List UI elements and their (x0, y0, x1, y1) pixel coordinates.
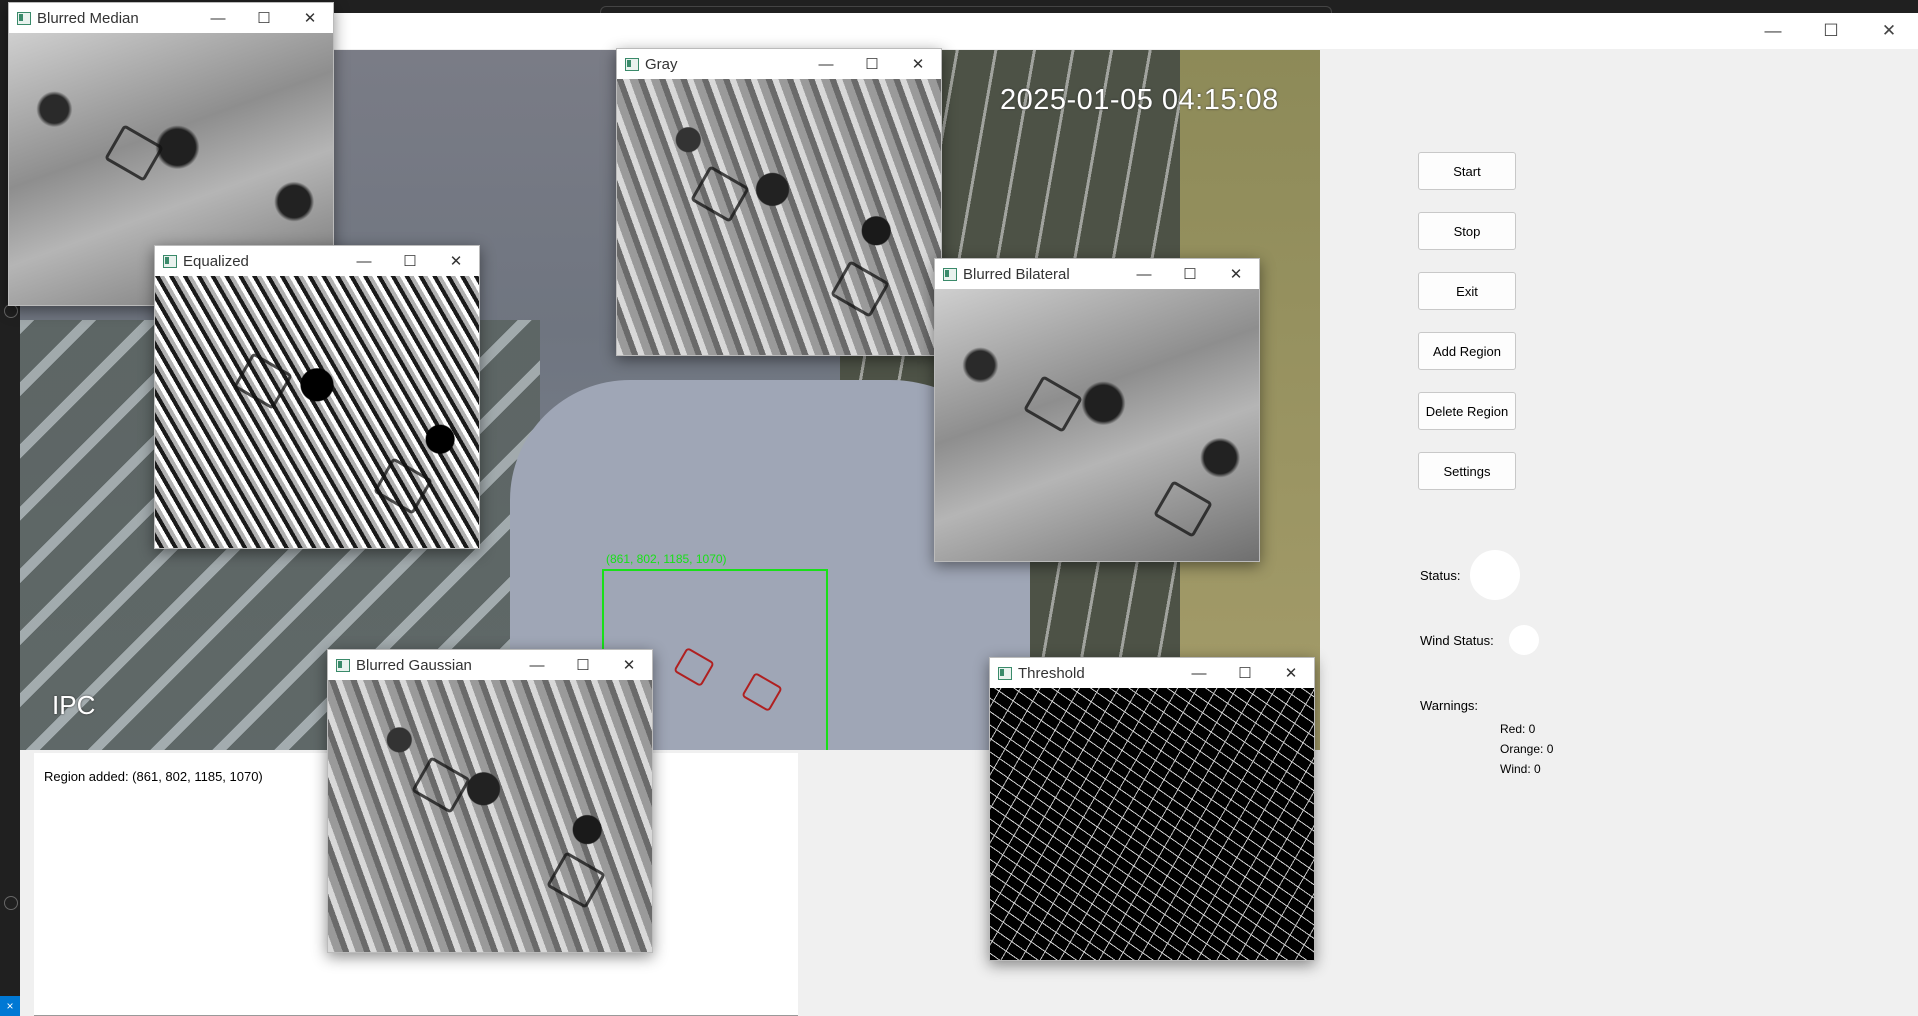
minimize-icon[interactable]: — (195, 3, 241, 33)
hexagon-marker (373, 457, 433, 515)
minimize-icon[interactable]: — (1121, 259, 1167, 289)
warning-wind-count: Wind: 0 (1500, 762, 1541, 776)
window-gray[interactable]: Gray — ☐ ✕ (616, 48, 942, 356)
desktop-icon (4, 896, 18, 910)
app-icon (336, 659, 350, 672)
warning-red-count: Red: 0 (1500, 722, 1536, 736)
window-titlebar[interactable]: Blurred Bilateral — ☐ ✕ (935, 259, 1259, 289)
maximize-icon[interactable]: ☐ (849, 49, 895, 79)
hexagon-marker (411, 756, 471, 814)
window-titlebar[interactable]: Gray — ☐ ✕ (617, 49, 941, 79)
window-title: Blurred Gaussian (356, 657, 472, 674)
hexagon-marker (104, 124, 164, 182)
log-line: Region added: (861, 802, 1185, 1070) (44, 769, 263, 784)
window-titlebar[interactable]: Threshold — ☐ ✕ (990, 658, 1314, 688)
blurred-gaussian-image (328, 680, 652, 952)
desktop-icon (4, 304, 18, 318)
window-threshold[interactable]: Threshold — ☐ ✕ (989, 657, 1315, 961)
maximize-icon[interactable]: ☐ (241, 3, 287, 33)
warnings-label: Warnings: (1420, 698, 1479, 713)
status-indicator (1470, 550, 1520, 600)
delete-region-button[interactable]: Delete Region (1418, 392, 1516, 430)
status-label: Status: (1420, 568, 1461, 583)
close-icon[interactable]: ✕ (1213, 259, 1259, 289)
window-titlebar[interactable]: Blurred Gaussian — ☐ ✕ (328, 650, 652, 680)
window-blurred-gaussian[interactable]: Blurred Gaussian — ☐ ✕ (327, 649, 653, 953)
hexagon-marker (1153, 480, 1213, 538)
app-icon (17, 12, 31, 25)
close-icon[interactable]: ✕ (1860, 13, 1918, 49)
settings-button[interactable]: Settings (1418, 452, 1516, 490)
app-icon (625, 58, 639, 71)
hexagon-marker (1023, 375, 1083, 433)
window-title: Blurred Median (37, 10, 139, 27)
minimize-icon[interactable]: — (803, 49, 849, 79)
warning-orange-count: Orange: 0 (1500, 742, 1554, 756)
threshold-image (990, 688, 1314, 960)
wind-status-indicator (1509, 625, 1539, 655)
feed-timestamp: 2025-01-05 04:15:08 (1000, 84, 1279, 116)
window-title: Equalized (183, 253, 249, 270)
app-icon (163, 255, 177, 268)
hexagon-marker (233, 352, 293, 410)
window-equalized[interactable]: Equalized — ☐ ✕ (154, 245, 480, 549)
window-blurred-bilateral[interactable]: Blurred Bilateral — ☐ ✕ (934, 258, 1260, 562)
maximize-icon[interactable]: ☐ (387, 246, 433, 276)
gray-image (617, 79, 941, 355)
app-icon (998, 667, 1012, 680)
taskbar-corner: × (0, 996, 20, 1016)
wind-status-label: Wind Status: (1420, 633, 1494, 648)
window-titlebar[interactable]: Blurred Median — ☐ ✕ (9, 3, 333, 33)
add-region-button[interactable]: Add Region (1418, 332, 1516, 370)
close-icon[interactable]: ✕ (287, 3, 333, 33)
exit-button[interactable]: Exit (1418, 272, 1516, 310)
close-icon[interactable]: ✕ (895, 49, 941, 79)
window-title: Blurred Bilateral (963, 266, 1070, 283)
minimize-icon[interactable]: — (514, 650, 560, 680)
stop-button[interactable]: Stop (1418, 212, 1516, 250)
hexagon-marker (546, 851, 606, 909)
minimize-icon[interactable]: — (1176, 658, 1222, 688)
close-icon[interactable]: ✕ (606, 650, 652, 680)
camera-label: IPC (52, 690, 96, 720)
maximize-icon[interactable]: ☐ (1802, 13, 1860, 49)
maximize-icon[interactable]: ☐ (560, 650, 606, 680)
roi-label: (861, 802, 1185, 1070) (606, 552, 727, 566)
hexagon-marker (690, 165, 750, 223)
minimize-icon[interactable]: — (1744, 13, 1802, 49)
close-icon[interactable]: ✕ (433, 246, 479, 276)
close-icon[interactable]: ✕ (1268, 658, 1314, 688)
app-icon (943, 268, 957, 281)
window-titlebar[interactable]: Equalized — ☐ ✕ (155, 246, 479, 276)
window-title: Gray (645, 56, 678, 73)
blurred-bilateral-image (935, 289, 1259, 561)
maximize-icon[interactable]: ☐ (1167, 259, 1213, 289)
start-button[interactable]: Start (1418, 152, 1516, 190)
hexagon-marker (830, 260, 890, 318)
minimize-icon[interactable]: — (341, 246, 387, 276)
maximize-icon[interactable]: ☐ (1222, 658, 1268, 688)
window-title: Threshold (1018, 665, 1085, 682)
equalized-image (155, 276, 479, 548)
